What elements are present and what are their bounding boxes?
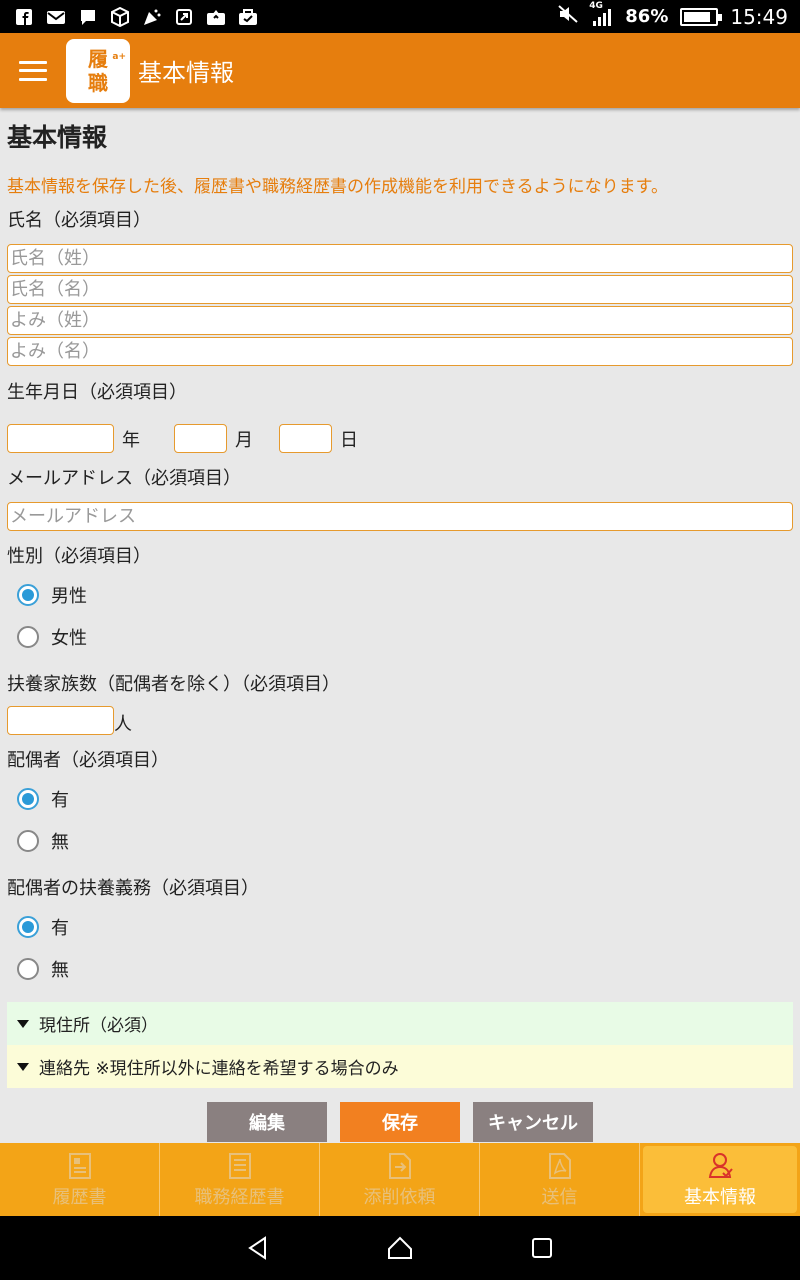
birthdate-label: 生年月日（必須項目） bbox=[7, 382, 187, 403]
radio-button-checked[interactable] bbox=[17, 788, 39, 810]
mute-icon bbox=[557, 4, 579, 29]
spouse-support-label: 配偶者の扶養義務（必須項目） bbox=[7, 878, 259, 899]
nav-item-review[interactable]: 添削依頼 bbox=[320, 1143, 480, 1216]
birth-month-input[interactable] bbox=[174, 424, 227, 453]
facebook-icon bbox=[14, 8, 34, 26]
upload-icon bbox=[206, 8, 226, 26]
battery-fill bbox=[684, 11, 711, 22]
gender-female-option[interactable]: 女性 bbox=[7, 616, 793, 658]
app-logo: a+ 履 職 bbox=[66, 38, 130, 103]
nav-label-review: 添削依頼 bbox=[363, 1186, 436, 1208]
chat-icon bbox=[78, 8, 98, 26]
network-type: 4G bbox=[589, 0, 603, 11]
status-bar: 4G 86% 15:49 bbox=[0, 0, 800, 33]
spouse-label: 配偶者（必須項目） bbox=[7, 750, 169, 771]
address-accordion-label: 現住所（必須） bbox=[39, 1016, 158, 1036]
first-name-kana-input[interactable] bbox=[7, 337, 793, 366]
address-accordion[interactable]: 現住所（必須） bbox=[7, 1002, 793, 1045]
battery-icon bbox=[680, 7, 723, 26]
user-icon bbox=[708, 1152, 733, 1178]
email-label: メールアドレス（必須項目） bbox=[7, 468, 241, 489]
nav-label-basic-info: 基本情報 bbox=[684, 1186, 756, 1208]
spouse-support-no-option[interactable]: 無 bbox=[7, 948, 793, 990]
edit-button[interactable]: 編集 bbox=[207, 1102, 327, 1142]
nav-label-send: 送信 bbox=[541, 1186, 578, 1208]
gender-female-label: 女性 bbox=[51, 628, 87, 649]
nav-label-career: 職務経歴書 bbox=[194, 1186, 285, 1208]
last-name-input[interactable] bbox=[7, 244, 793, 273]
radio-button-checked[interactable] bbox=[17, 916, 39, 938]
month-unit: 月 bbox=[235, 429, 253, 451]
first-name-input[interactable] bbox=[7, 275, 793, 304]
spouse-support-yes-option[interactable]: 有 bbox=[7, 906, 793, 948]
cube-icon bbox=[110, 6, 130, 27]
radio-button[interactable] bbox=[17, 958, 39, 980]
nav-item-basic-info[interactable]: 基本情報 bbox=[643, 1146, 797, 1213]
radio-button[interactable] bbox=[17, 830, 39, 852]
app-bar-title: 基本情報 bbox=[138, 59, 234, 87]
main-content: 基本情報 基本情報を保存した後、履歴書や職務経歴書の作成機能を利用できるようにな… bbox=[0, 108, 800, 1142]
spouse-no-label: 無 bbox=[51, 832, 69, 853]
system-navigation-bar bbox=[0, 1216, 800, 1280]
radio-button[interactable] bbox=[17, 626, 39, 648]
pdf-icon bbox=[548, 1152, 571, 1179]
name-label: 氏名（必須項目） bbox=[7, 210, 151, 231]
page-title: 基本情報 bbox=[7, 123, 108, 152]
signal-icon: 4G bbox=[589, 1, 613, 27]
hamburger-icon bbox=[19, 60, 47, 81]
back-icon[interactable] bbox=[245, 1235, 271, 1261]
menu-button[interactable] bbox=[0, 33, 66, 108]
app-bar: a+ 履 職 基本情報 bbox=[0, 33, 800, 108]
birth-year-input[interactable] bbox=[7, 424, 114, 453]
briefcase-icon bbox=[238, 8, 258, 26]
radio-button-checked[interactable] bbox=[17, 584, 39, 606]
gender-label: 性別（必須項目） bbox=[7, 546, 151, 567]
bottom-navigation: 履歴書 職務経歴書 添削依頼 送信 基本情報 bbox=[0, 1143, 800, 1216]
triangle-down-icon bbox=[17, 1062, 29, 1071]
birth-day-input[interactable] bbox=[279, 424, 332, 453]
nav-label-resume: 履歴書 bbox=[52, 1186, 107, 1208]
nav-item-career[interactable]: 職務経歴書 bbox=[160, 1143, 320, 1216]
logo-bottom-char: 職 bbox=[88, 70, 108, 95]
cancel-button[interactable]: キャンセル bbox=[473, 1102, 593, 1142]
gender-male-option[interactable]: 男性 bbox=[7, 574, 793, 616]
dependents-unit: 人 bbox=[114, 714, 132, 735]
document-icon bbox=[228, 1152, 251, 1179]
action-buttons: 編集 保存 キャンセル bbox=[7, 1102, 793, 1142]
triangle-down-icon bbox=[17, 1019, 29, 1028]
spouse-yes-option[interactable]: 有 bbox=[7, 778, 793, 820]
dependents-row: 人 bbox=[7, 704, 793, 736]
share-icon bbox=[174, 8, 194, 26]
battery-percent: 86% bbox=[625, 6, 669, 27]
spouse-no-option[interactable]: 無 bbox=[7, 820, 793, 862]
intro-text: 基本情報を保存した後、履歴書や職務経歴書の作成機能を利用できるようになります。 bbox=[7, 177, 668, 197]
last-name-kana-input[interactable] bbox=[7, 306, 793, 335]
contact-accordion[interactable]: 連絡先 ※現住所以外に連絡を希望する場合のみ bbox=[7, 1045, 793, 1088]
contact-accordion-label: 連絡先 ※現住所以外に連絡を希望する場合のみ bbox=[39, 1059, 399, 1079]
party-icon bbox=[142, 8, 162, 26]
home-icon[interactable] bbox=[386, 1235, 414, 1261]
nav-item-send[interactable]: 送信 bbox=[480, 1143, 640, 1216]
logo-badge: a+ bbox=[112, 51, 126, 62]
nav-item-resume[interactable]: 履歴書 bbox=[0, 1143, 160, 1216]
recents-icon[interactable] bbox=[529, 1235, 555, 1261]
spouse-support-yes-label: 有 bbox=[51, 918, 69, 939]
spouse-yes-label: 有 bbox=[51, 790, 69, 811]
email-input[interactable] bbox=[7, 502, 793, 531]
year-unit: 年 bbox=[122, 429, 140, 451]
gender-male-label: 男性 bbox=[51, 586, 87, 607]
dependents-input[interactable] bbox=[7, 705, 114, 735]
file-arrow-icon bbox=[388, 1152, 411, 1179]
day-unit: 日 bbox=[340, 429, 358, 451]
clock: 15:49 bbox=[730, 4, 788, 29]
save-button[interactable]: 保存 bbox=[340, 1102, 460, 1142]
resume-icon bbox=[68, 1152, 91, 1179]
spouse-support-no-label: 無 bbox=[51, 960, 69, 981]
mail-icon bbox=[46, 8, 66, 26]
dependents-label: 扶養家族数（配偶者を除く）（必須項目） bbox=[7, 674, 340, 695]
logo-top-char: 履 bbox=[88, 46, 108, 71]
birthdate-row: 年 月 日 bbox=[7, 424, 793, 453]
